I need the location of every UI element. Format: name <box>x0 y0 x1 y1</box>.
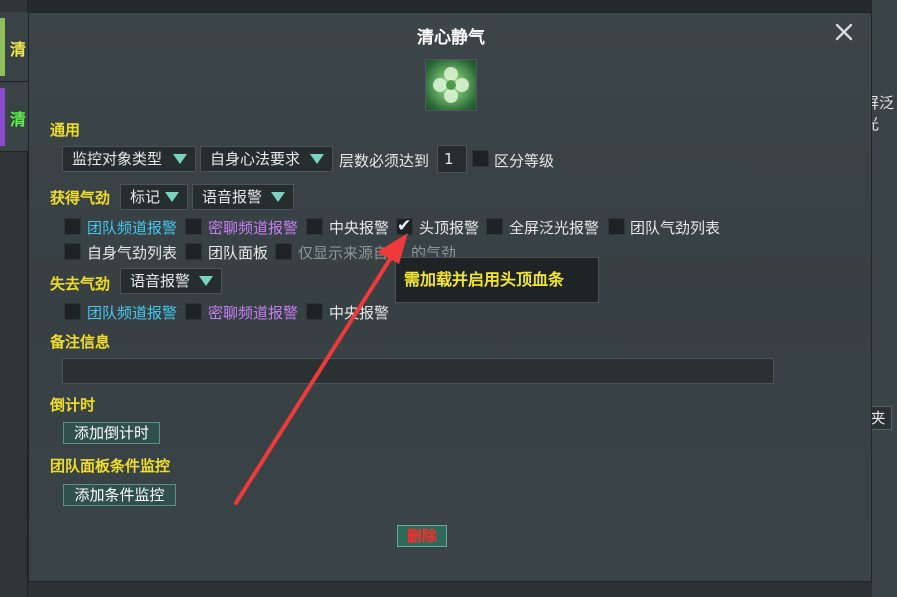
gain-team-panel-checkbox[interactable] <box>185 243 202 260</box>
overhead-alert-tooltip: 需加载并启用头顶血条 <box>395 257 599 303</box>
section-general-heading: 通用 <box>50 121 81 139</box>
lose-private-channel-checkbox[interactable] <box>185 303 202 320</box>
gain-mark-label: 标记 <box>130 188 161 206</box>
distinguish-level-label: 区分等级 <box>494 152 555 170</box>
section-gain-heading: 获得气劲 <box>50 189 111 207</box>
dropdown-arrow-icon <box>173 154 187 164</box>
section-remark-heading: 备注信息 <box>50 333 111 351</box>
background-list-item[interactable]: 清 <box>0 82 28 152</box>
gain-source-only-checkbox[interactable] <box>275 243 292 260</box>
buff-monitor-dialog: 清心静气 通用 监控对象类型 自身心法要求 层数必须达到 1 区分等级 获得气劲… <box>28 12 872 582</box>
background-thumb <box>0 88 5 146</box>
dropdown-arrow-icon <box>165 192 179 202</box>
gain-team-buff-list-checkbox[interactable] <box>608 218 625 235</box>
section-team-panel-heading: 团队面板条件监控 <box>50 457 171 475</box>
mind-method-dropdown[interactable]: 自身心法要求 <box>200 146 333 172</box>
lose-voice-dropdown[interactable]: 语音报警 <box>120 268 222 294</box>
add-condition-monitor-button[interactable]: 添加条件监控 <box>63 484 176 506</box>
gain-private-channel-label: 密聊频道报警 <box>208 219 299 237</box>
monitor-type-dropdown[interactable]: 监控对象类型 <box>62 146 196 172</box>
delete-button[interactable]: 删除 <box>397 525 447 547</box>
gain-fullscreen-glow-label: 全屏泛光报警 <box>509 219 600 237</box>
gain-overhead-alert-checkbox[interactable]: ✔ <box>396 216 413 236</box>
gain-central-alert-label: 中央报警 <box>329 219 390 237</box>
add-countdown-button[interactable]: 添加倒计时 <box>63 422 160 444</box>
lose-team-channel-checkbox[interactable] <box>64 303 81 320</box>
background-top-bar <box>0 0 897 12</box>
gain-team-channel-checkbox[interactable] <box>64 218 81 235</box>
gain-source-only-label: 仅显示来源自 <box>298 244 389 262</box>
background-right-panel <box>872 0 897 597</box>
gain-overhead-alert-label: 头顶报警 <box>419 219 480 237</box>
skill-icon <box>425 59 477 111</box>
gain-mark-dropdown[interactable]: 标记 <box>120 184 188 210</box>
gain-team-channel-label: 团队频道报警 <box>87 219 178 237</box>
background-thumb <box>0 18 5 76</box>
section-lose-heading: 失去气劲 <box>50 275 111 293</box>
lose-central-alert-checkbox[interactable] <box>306 303 323 320</box>
background-list-item[interactable]: 清 <box>0 12 28 82</box>
dropdown-arrow-icon <box>271 192 285 202</box>
background-item-label: 清 <box>10 110 27 129</box>
section-countdown-heading: 倒计时 <box>50 396 96 414</box>
lose-voice-label: 语音报警 <box>130 272 191 290</box>
dropdown-arrow-icon <box>310 154 324 164</box>
gain-team-panel-label: 团队面板 <box>208 244 269 262</box>
gain-self-buff-list-label: 自身气劲列表 <box>87 244 178 262</box>
checkmark-icon: ✔ <box>397 216 412 236</box>
background-left-list: 清 清 <box>0 0 28 597</box>
stack-label: 层数必须达到 <box>339 152 430 170</box>
lose-team-channel-label: 团队频道报警 <box>87 304 178 322</box>
stack-count-input[interactable]: 1 <box>437 145 467 173</box>
lose-central-alert-label: 中央报警 <box>329 304 390 322</box>
gain-voice-label: 语音报警 <box>202 188 263 206</box>
gain-self-buff-list-checkbox[interactable] <box>64 243 81 260</box>
gain-voice-dropdown[interactable]: 语音报警 <box>192 184 294 210</box>
gain-private-channel-checkbox[interactable] <box>185 218 202 235</box>
background-item-label: 清 <box>10 40 27 59</box>
dialog-title: 清心静气 <box>417 28 485 48</box>
gain-fullscreen-glow-checkbox[interactable] <box>486 218 503 235</box>
gain-team-buff-list-label: 团队气劲列表 <box>630 219 721 237</box>
remark-input[interactable] <box>62 358 774 384</box>
gain-central-alert-checkbox[interactable] <box>306 218 323 235</box>
distinguish-level-checkbox[interactable] <box>472 150 489 167</box>
lose-private-channel-label: 密聊频道报警 <box>208 304 299 322</box>
mind-method-label: 自身心法要求 <box>210 150 301 168</box>
monitor-type-label: 监控对象类型 <box>72 150 163 168</box>
close-icon[interactable] <box>833 21 855 43</box>
dropdown-arrow-icon <box>199 276 213 286</box>
